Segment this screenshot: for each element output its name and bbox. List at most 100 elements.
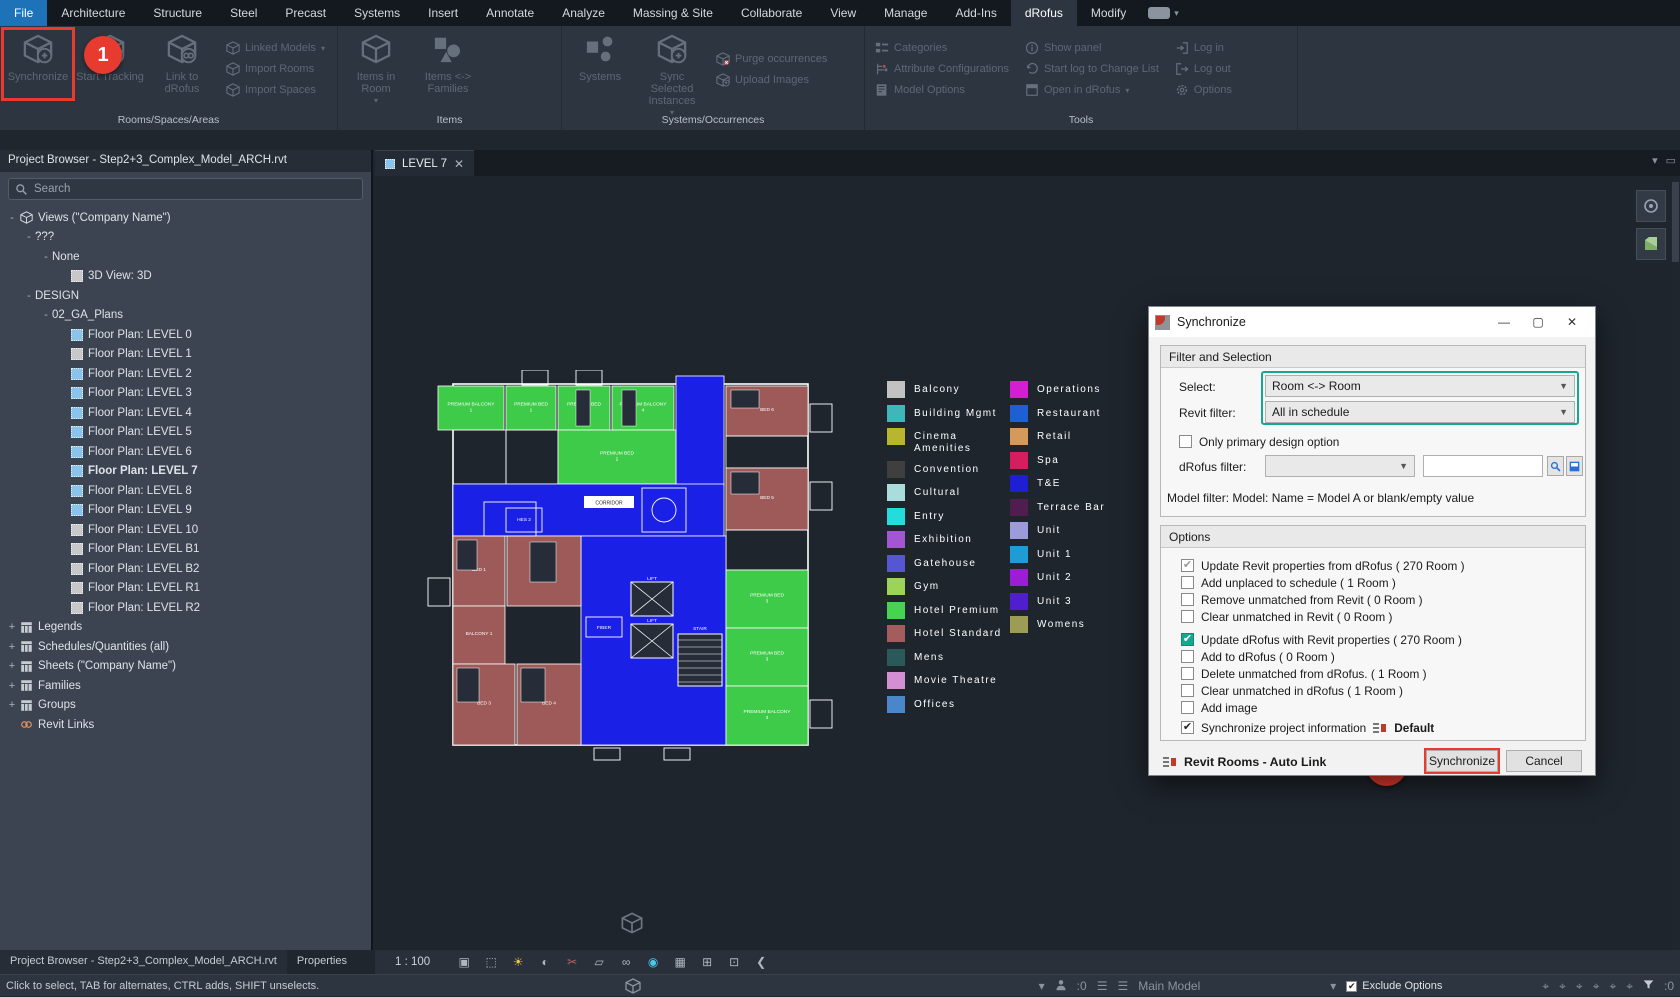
option-update-revit-properties-from-drofus-270-room[interactable]: ✔Update Revit properties from dRofus ( 2… xyxy=(1181,557,1465,574)
revit-filter-combobox[interactable]: All in schedule▼ xyxy=(1265,401,1575,423)
select-links-icon[interactable]: ⌖ xyxy=(1542,979,1549,994)
design-options-icon[interactable]: ☰ xyxy=(1097,979,1108,993)
checkbox[interactable] xyxy=(1181,684,1194,697)
active-design-option-icon[interactable]: ☰ xyxy=(1117,979,1128,993)
tree-item-floor-plan-level-0[interactable]: Floor Plan: LEVEL 0 xyxy=(0,325,373,345)
select-pinned-icon[interactable]: ⌖ xyxy=(1576,979,1583,994)
worksets-chevron-icon[interactable]: ▾ xyxy=(1039,979,1045,993)
view-tab-level7[interactable]: LEVEL 7 ✕ xyxy=(375,150,474,176)
ribbon-button-model-options[interactable]: Model Options xyxy=(875,83,1009,97)
checkbox[interactable] xyxy=(1181,576,1194,589)
close-button[interactable]: ✕ xyxy=(1555,309,1589,335)
drag-on-selection-icon[interactable]: ⌖ xyxy=(1609,979,1616,994)
menu-tab-systems[interactable]: Systems xyxy=(340,0,414,26)
tree-item-floor-plan-level-5[interactable]: Floor Plan: LEVEL 5 xyxy=(0,423,373,443)
drofus-open-filter-button[interactable] xyxy=(1566,456,1583,476)
background-process-icon[interactable]: ⌖ xyxy=(1626,979,1633,994)
option-clear-unmatched-in-drofus-1-room[interactable]: Clear unmatched in dRofus ( 1 Room ) xyxy=(1181,682,1462,699)
collapse-icon[interactable]: - xyxy=(40,251,52,263)
ribbon-button-items-families[interactable]: Items <-> Families xyxy=(414,30,482,108)
menu-tab-view[interactable]: View xyxy=(816,0,870,26)
show-crop-region-icon[interactable]: ▣ xyxy=(455,955,473,969)
option-update-drofus-with-revit-properties-270-room[interactable]: ✔Update dRofus with Revit properties ( 2… xyxy=(1181,631,1462,648)
ribbon-button-systems[interactable]: Systems xyxy=(566,30,634,108)
tree-item-floor-plan-level-2[interactable]: Floor Plan: LEVEL 2 xyxy=(0,364,373,384)
sun-path-icon[interactable]: ☀ xyxy=(509,955,527,969)
only-primary-checkbox[interactable] xyxy=(1179,435,1192,448)
tree-item-families[interactable]: +Families xyxy=(0,676,373,696)
ribbon-button-log-out[interactable]: Log out xyxy=(1175,62,1232,76)
tree-item-none[interactable]: -None xyxy=(0,247,373,267)
floor-plan-level7[interactable]: PREMIUM BALCONY1PREMIUM BED1PREMIUM BED2… xyxy=(426,370,876,762)
menu-tab-add-ins[interactable]: Add-Ins xyxy=(941,0,1010,26)
reveal-hidden-icon[interactable]: ◉ xyxy=(644,955,662,969)
tree-item-floor-plan-level-4[interactable]: Floor Plan: LEVEL 4 xyxy=(0,403,373,423)
option-add-to-drofus-0-room[interactable]: Add to dRofus ( 0 Room ) xyxy=(1181,648,1462,665)
tab-properties[interactable]: Properties xyxy=(287,950,357,974)
section-box-icon[interactable]: ⊡ xyxy=(725,955,743,969)
ribbon-button-show-panel[interactable]: Show panel xyxy=(1025,41,1159,55)
exclude-options-checkbox[interactable]: ✔ xyxy=(1346,981,1357,992)
tree-item-[interactable]: -??? xyxy=(0,228,373,248)
editable-worksets-button[interactable] xyxy=(1055,979,1067,994)
collapse-icon[interactable]: - xyxy=(23,231,35,243)
tree-item-floor-plan-level-8[interactable]: Floor Plan: LEVEL 8 xyxy=(0,481,373,501)
tree-item-views-company-name[interactable]: -Views ("Company Name") xyxy=(0,208,373,228)
option-delete-unmatched-from-drofus-1-room[interactable]: Delete unmatched from dRofus. ( 1 Room ) xyxy=(1181,665,1462,682)
menu-tab-precast[interactable]: Precast xyxy=(271,0,340,26)
menu-tab-annotate[interactable]: Annotate xyxy=(472,0,548,26)
ribbon-button-start-log-to-change-list[interactable]: Start log to Change List xyxy=(1025,62,1159,76)
tab-project-browser[interactable]: Project Browser - Step2+3_Complex_Model_… xyxy=(0,950,287,974)
ribbon-button-categories[interactable]: Categories xyxy=(875,41,1009,55)
checkbox[interactable] xyxy=(1181,650,1194,663)
checkbox[interactable] xyxy=(1181,701,1194,714)
restore-view-icon[interactable]: ▭ xyxy=(1666,154,1676,167)
tree-item-02-ga-plans[interactable]: -02_GA_Plans xyxy=(0,306,373,326)
menu-tab-structure[interactable]: Structure xyxy=(139,0,216,26)
checkbox[interactable]: ✔ xyxy=(1181,633,1194,646)
main-model-select[interactable]: Main Model xyxy=(1138,979,1200,993)
menu-tab-drofus[interactable]: dRofus xyxy=(1011,0,1077,26)
tree-item-floor-plan-level-b1[interactable]: Floor Plan: LEVEL B1 xyxy=(0,540,373,560)
synchronize-button[interactable]: Synchronize xyxy=(1426,750,1498,772)
tree-item-floor-plan-level-3[interactable]: Floor Plan: LEVEL 3 xyxy=(0,384,373,404)
menu-tab-collaborate[interactable]: Collaborate xyxy=(727,0,816,26)
tree-item-floor-plan-level-r2[interactable]: Floor Plan: LEVEL R2 xyxy=(0,598,373,618)
minimize-button[interactable]: — xyxy=(1487,309,1521,335)
ribbon-button-upload-images[interactable]: Upload Images xyxy=(716,73,827,87)
only-primary-checkbox-row[interactable]: Only primary design option xyxy=(1179,433,1339,450)
collapse-icon[interactable]: ❮ xyxy=(752,955,770,969)
main-model-chevron-icon[interactable]: ▾ xyxy=(1330,979,1336,993)
expand-icon[interactable]: + xyxy=(6,660,18,672)
sync-project-info-row[interactable]: ✔ Synchronize project information Defaul… xyxy=(1181,719,1434,736)
communication-center-button[interactable]: ▾ xyxy=(1140,0,1187,26)
menu-tab-modify[interactable]: Modify xyxy=(1077,0,1140,26)
collapse-icon[interactable]: - xyxy=(6,212,18,224)
tree-item-3d-view-3d[interactable]: 3D View: 3D xyxy=(0,267,373,287)
dialog-title-bar[interactable]: Synchronize — ▢ ✕ xyxy=(1149,307,1595,337)
tree-item-legends[interactable]: +Legends xyxy=(0,618,373,638)
select-by-face-icon[interactable]: ⌖ xyxy=(1593,979,1600,994)
crop-view-icon[interactable]: ▱ xyxy=(590,955,608,969)
plan-room[interactable] xyxy=(676,376,724,486)
selection-filter-button[interactable] xyxy=(1643,979,1654,993)
analytical-model-icon[interactable]: ▦ xyxy=(671,955,689,969)
plan-room[interactable] xyxy=(726,436,808,468)
reveal-constraints-icon[interactable]: ⊞ xyxy=(698,955,716,969)
view-scale[interactable]: 1 : 100 xyxy=(395,956,430,968)
plan-room[interactable] xyxy=(506,430,558,484)
search-input[interactable]: Search xyxy=(8,178,363,200)
tree-item-floor-plan-level-6[interactable]: Floor Plan: LEVEL 6 xyxy=(0,442,373,462)
crop-view-off-icon[interactable]: ✂ xyxy=(563,955,581,969)
tree-item-floor-plan-level-r1[interactable]: Floor Plan: LEVEL R1 xyxy=(0,579,373,599)
select-combobox[interactable]: Room <-> Room▼ xyxy=(1265,375,1575,397)
tree-item-groups[interactable]: +Groups xyxy=(0,696,373,716)
checkbox[interactable] xyxy=(1181,593,1194,606)
menu-tab-steel[interactable]: Steel xyxy=(216,0,271,26)
ribbon-button-options[interactable]: Options xyxy=(1175,83,1232,97)
ribbon-button-purge-occurrences[interactable]: Purge occurrences xyxy=(716,52,827,66)
drofus-filter-textbox[interactable] xyxy=(1423,455,1543,477)
steering-wheel-button[interactable] xyxy=(1636,190,1666,222)
option-clear-unmatched-in-revit-0-room[interactable]: Clear unmatched in Revit ( 0 Room ) xyxy=(1181,608,1465,625)
shadows-icon[interactable]: ◐ xyxy=(536,955,554,969)
